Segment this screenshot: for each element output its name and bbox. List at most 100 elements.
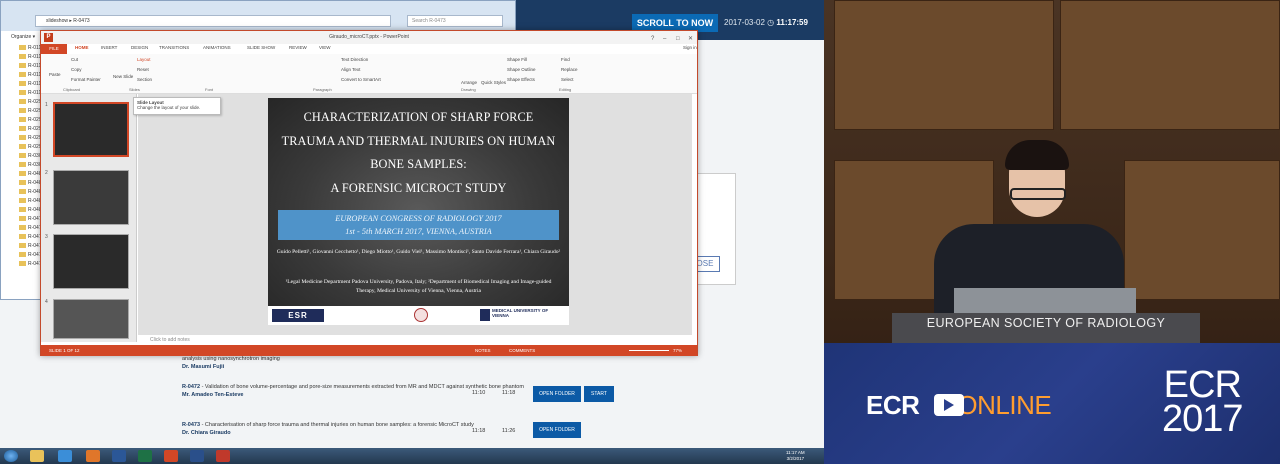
speaker-video: EUROPEAN SOCIETY OF RADIOLOGY ECR ONLINE … <box>824 0 1280 464</box>
format-painter-button[interactable]: Format Painter <box>71 77 101 82</box>
tab-design[interactable]: DESIGN <box>131 45 148 50</box>
table-row: analysis using nanosynchrotron imaging D… <box>182 356 622 370</box>
explorer-search-input[interactable]: Search R-0473 <box>407 15 503 27</box>
explorer-icon[interactable] <box>30 450 44 462</box>
slide-title-line: CHARACTERIZATION OF SHARP FORCE <box>303 110 534 124</box>
row-title: - Characterisation of sharp force trauma… <box>200 422 474 428</box>
new-slide-button[interactable]: New Slide <box>113 74 133 79</box>
group-slides: Slides <box>129 87 140 92</box>
web-datetime: 2017-03-02 ◷ 11:17:59 <box>724 18 808 27</box>
start-button-icon[interactable] <box>4 450 18 462</box>
slide-affiliations: ¹Legal Medicine Department Padova Univer… <box>285 279 552 294</box>
thumb-number: 3 <box>45 234 48 240</box>
align-text-button[interactable]: Align Text <box>341 67 360 72</box>
start-button[interactable]: START <box>584 386 614 402</box>
zoom-slider[interactable] <box>629 350 669 351</box>
notes-toggle[interactable]: NOTES <box>475 345 491 356</box>
section-button[interactable]: Section <box>137 77 152 82</box>
wall-panel <box>834 0 1054 130</box>
web-time: 11:17:59 <box>776 18 808 27</box>
cut-button[interactable]: Cut <box>71 57 78 62</box>
slide-thumbnails-pane: 1 2 3 4 <box>41 94 137 342</box>
shape-effects-button[interactable]: Shape Effects <box>507 77 535 82</box>
tab-animations[interactable]: ANIMATIONS <box>203 45 231 50</box>
shape-outline-button[interactable]: Shape Outline <box>507 67 536 72</box>
taskbar-date: 3/2/2017 <box>786 456 805 461</box>
slide-thumbnail[interactable] <box>53 234 129 289</box>
ecr-online-suffix: ONLINE <box>957 390 1052 420</box>
ppt-window-title: Giraudo_microCT.pptx - PowerPoint <box>329 34 409 40</box>
slide-title-line: TRAUMA AND THERMAL INJURIES ON HUMAN <box>281 133 556 148</box>
notes-input[interactable]: Click to add notes <box>138 335 692 345</box>
powerpoint-taskbar-icon[interactable] <box>164 450 178 462</box>
slide-title-line: BONE SAMPLES: <box>370 157 467 171</box>
wall-panel <box>1124 160 1280 300</box>
tab-transitions[interactable]: TRANSITIONS <box>159 45 189 50</box>
zoom-level[interactable]: 77% <box>673 345 682 356</box>
select-button[interactable]: Select <box>561 77 574 82</box>
layout-tooltip: Slide Layout Change the layout of your s… <box>133 97 221 115</box>
slide-thumbnail[interactable] <box>53 102 129 157</box>
wall-panel <box>1060 0 1280 130</box>
thumb-number: 1 <box>45 102 48 108</box>
word-icon[interactable] <box>112 450 126 462</box>
firefox-icon[interactable] <box>86 450 100 462</box>
row-author: Dr. Masumi Fujii <box>182 364 225 370</box>
chrome-icon[interactable] <box>58 450 72 462</box>
group-font: Font <box>205 87 214 92</box>
tab-review[interactable]: REVIEW <box>289 45 307 50</box>
taskbar: 11:17 AM 3/2/2017 <box>0 448 824 464</box>
current-slide[interactable]: CHARACTERIZATION OF SHARP FORCE TRAUMA A… <box>268 98 569 325</box>
arrange-button[interactable]: Arrange <box>461 80 477 85</box>
tab-slide-show[interactable]: SLIDE SHOW <box>247 45 275 50</box>
comments-toggle[interactable]: COMMENTS <box>509 345 535 356</box>
find-button[interactable]: Find <box>561 57 570 62</box>
tab-home[interactable]: HOME <box>75 45 89 50</box>
slide-thumbnail[interactable] <box>53 299 129 339</box>
acrobat-icon[interactable] <box>216 450 230 462</box>
tab-file[interactable]: FILE <box>41 44 67 54</box>
clock-icon: ◷ <box>767 18 775 27</box>
ppt-titlebar: P Giraudo_microCT.pptx - PowerPoint ? – … <box>41 31 697 44</box>
open-folder-button[interactable]: OPEN FOLDER <box>533 386 581 402</box>
row-end: 11:18 <box>502 390 516 396</box>
quick-styles-button[interactable]: Quick Styles <box>481 80 506 85</box>
esr-logo: ESR <box>272 309 324 322</box>
explorer-address-bar[interactable]: slideshow ▸ R-0473 <box>35 15 391 27</box>
convert-smartart-button[interactable]: Convert to SmartArt <box>341 77 381 82</box>
excel-icon[interactable] <box>138 450 152 462</box>
ribbon: Paste Cut Copy Format Painter New Slide … <box>41 54 697 94</box>
laptop <box>954 288 1136 314</box>
thumb-number: 4 <box>45 299 48 305</box>
sb-icon[interactable] <box>190 450 204 462</box>
reset-button[interactable]: Reset <box>137 67 149 72</box>
open-folder-button[interactable]: OPEN FOLDER <box>533 422 581 438</box>
vienna-logo-text: MEDICAL UNIVERSITY OF VIENNA <box>492 308 549 318</box>
paste-button[interactable]: Paste <box>49 72 61 77</box>
group-drawing: Drawing <box>461 87 476 92</box>
congress-name: EUROPEAN CONGRESS OF RADIOLOGY 2017 <box>335 214 502 223</box>
row-code: R-0473 <box>182 422 201 428</box>
row-title: analysis using nanosynchrotron imaging <box>182 356 280 362</box>
organize-menu[interactable]: Organize ▾ <box>11 34 35 40</box>
slide-title: CHARACTERIZATION OF SHARP FORCE TRAUMA A… <box>268 106 569 200</box>
shape-fill-button[interactable]: Shape Fill <box>507 57 527 62</box>
congress-band: EUROPEAN CONGRESS OF RADIOLOGY 2017 1st … <box>278 210 559 240</box>
replace-button[interactable]: Replace <box>561 67 578 72</box>
tab-insert[interactable]: INSERT <box>101 45 117 50</box>
sign-in-link[interactable]: Sign in <box>683 45 697 50</box>
glasses-icon <box>1010 188 1066 200</box>
slide-footer: ESR MEDICAL UNIVERSITY OF VIENNA <box>268 306 569 325</box>
status-bar: SLIDE 1 OF 12 NOTES COMMENTS 77% <box>41 345 697 356</box>
vienna-logo-icon <box>480 309 490 321</box>
layout-button[interactable]: Layout <box>137 57 151 62</box>
thumb-number: 2 <box>45 170 48 176</box>
tab-view[interactable]: VIEW <box>319 45 331 50</box>
slide-thumbnail[interactable] <box>53 170 129 225</box>
ecr-logo-bottom: 2017 <box>1162 398 1244 440</box>
slide-counter: SLIDE 1 OF 12 <box>49 348 80 353</box>
copy-button[interactable]: Copy <box>71 67 82 72</box>
text-direction-button[interactable]: Text Direction <box>341 57 368 62</box>
tooltip-text: Change the layout of your slide. <box>137 105 201 110</box>
ecr-online-prefix: ECR <box>866 390 920 420</box>
